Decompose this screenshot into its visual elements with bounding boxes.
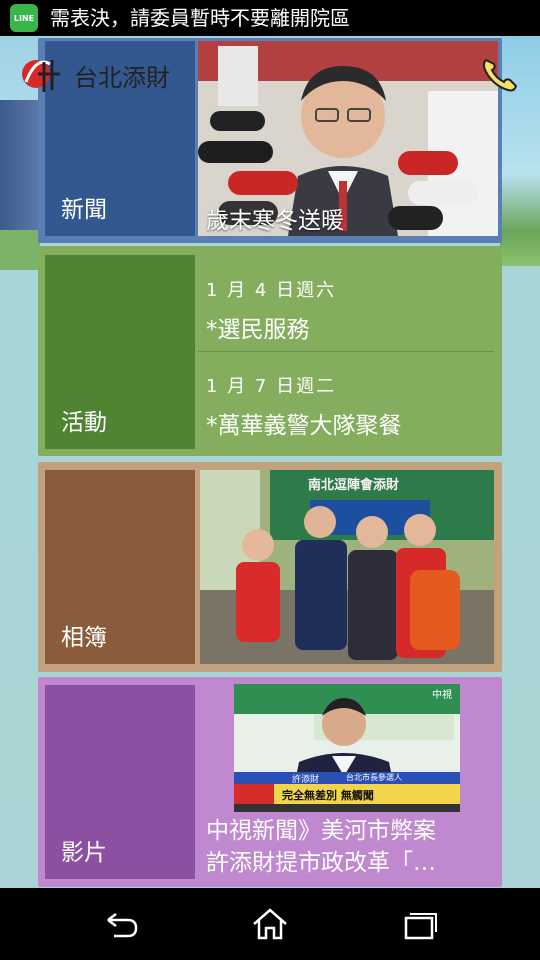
app-title: 台北添財 [74, 64, 170, 92]
video-label-box: 影片 [45, 685, 195, 879]
event-date: 1 月 4 日週六 [206, 280, 337, 301]
video-tile[interactable]: 影片 許添財 台北市長參選人 完全無差別 無觸聞 中視 中視新聞》美河市弊案 許… [38, 677, 502, 887]
video-thumb-banner: 完全無差別 無觸聞 [282, 789, 374, 802]
album-label: 相簿 [61, 625, 107, 651]
event-divider [198, 351, 494, 352]
background-grass [0, 230, 40, 270]
video-thumb-channel: 中視 [432, 690, 452, 701]
phone-call-icon[interactable] [478, 54, 518, 94]
news-label: 新聞 [61, 197, 107, 223]
video-caption-line-2: 許添財提市政改革「… [206, 850, 436, 876]
news-caption: 歲末寒冬送暖 [206, 208, 344, 234]
news-photo[interactable]: 歲末寒冬送暖 [198, 41, 498, 236]
status-bar: LINE 需表決，請委員暫時不要離開院區 [0, 0, 540, 36]
album-label-box: 相簿 [45, 470, 195, 664]
album-tile[interactable]: 相簿 南北逗陣會添財 [38, 462, 502, 672]
event-title: *萬華義警大隊聚餐 [206, 413, 402, 439]
album-photo[interactable]: 南北逗陣會添財 [200, 470, 494, 664]
back-icon[interactable] [100, 906, 140, 942]
activity-tile[interactable]: 活動 1 月 4 日週六 *選民服務 1 月 7 日週二 *萬華義警大隊聚餐 [38, 246, 502, 456]
event-item-1[interactable]: 1 月 4 日週六 *選民服務 [206, 276, 336, 344]
activity-label: 活動 [61, 410, 107, 436]
event-item-2[interactable]: 1 月 7 日週二 *萬華義警大隊聚餐 [206, 372, 402, 440]
video-thumb-subtitle: 台北市長參選人 [346, 773, 402, 782]
notification-text[interactable]: 需表決，請委員暫時不要離開院區 [50, 5, 350, 31]
video-thumbnail[interactable]: 許添財 台北市長參選人 完全無差別 無觸聞 中視 [234, 684, 460, 812]
video-thumb-name: 許添財 [292, 775, 320, 785]
event-date: 1 月 7 日週二 [206, 376, 337, 397]
line-app-icon[interactable]: LINE [10, 4, 38, 32]
album-photo-illustration [200, 470, 494, 664]
navigation-bar [0, 888, 540, 960]
video-caption-line-1: 中視新聞》美河市弊案 [206, 818, 436, 844]
activity-label-box: 活動 [45, 255, 195, 449]
home-icon[interactable] [250, 906, 290, 942]
event-title: *選民服務 [206, 317, 310, 343]
app-logo-icon [22, 60, 60, 92]
video-label: 影片 [61, 840, 107, 866]
album-banner-text: 南北逗陣會添財 [308, 478, 400, 493]
recent-apps-icon[interactable] [400, 906, 440, 942]
video-caption: 中視新聞》美河市弊案 許添財提市政改革「… [206, 815, 496, 879]
